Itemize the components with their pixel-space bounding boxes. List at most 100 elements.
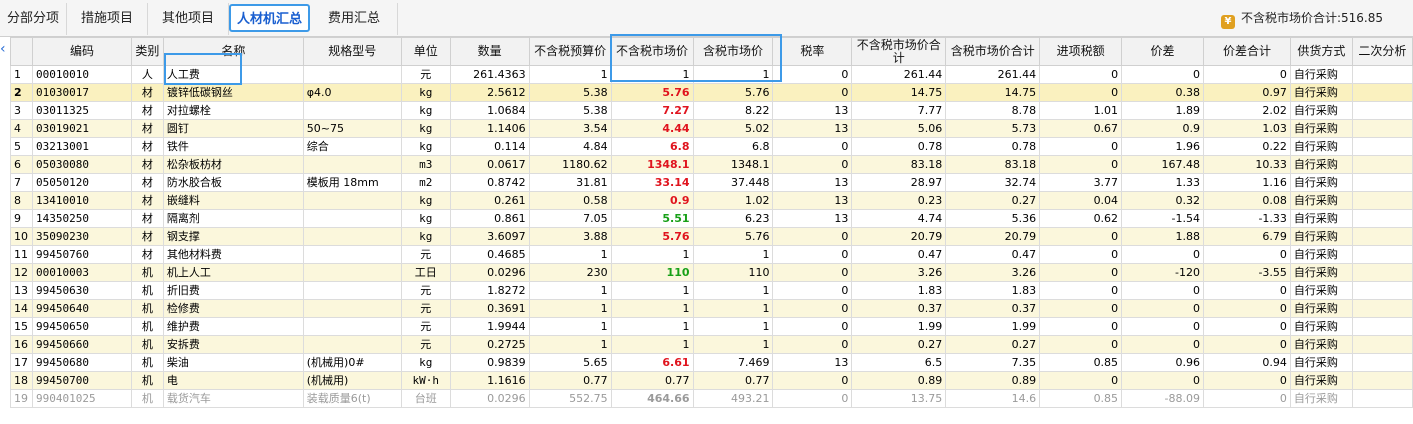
cell-13[interactable]: 0.85 bbox=[1039, 389, 1123, 408]
col-header-4[interactable]: 规格型号 bbox=[302, 37, 402, 66]
table-row[interactable]: 13 99450630 机折旧费元 1.8272 1 1 1 0 1.83 1.83 0 0 0 自行采购 bbox=[10, 281, 1413, 300]
col-header-3[interactable]: 名称 bbox=[162, 37, 304, 66]
cell-4[interactable] bbox=[302, 65, 402, 84]
cell-8[interactable]: 1 bbox=[610, 299, 694, 318]
cell-3[interactable]: 铁件 bbox=[162, 137, 304, 156]
cell-8[interactable]: 110 bbox=[610, 263, 694, 282]
cell-14[interactable]: 1.88 bbox=[1121, 227, 1204, 246]
cell-14[interactable]: 0 bbox=[1121, 371, 1204, 390]
cell-7[interactable]: 3.54 bbox=[528, 119, 612, 138]
cell-4[interactable]: 模板用 18mm bbox=[302, 173, 402, 192]
table-row[interactable]: 6 05030080 材松杂板枋材 m3 0.0617 1180.62 1348.1 1348… bbox=[10, 155, 1413, 174]
cell-14[interactable]: 1.96 bbox=[1121, 137, 1204, 156]
cell-9[interactable]: 1 bbox=[692, 299, 774, 318]
table-row[interactable]: 17 99450680 机柴油 (机械用)0# kg 0.9839 5.65 6.61 7.46… bbox=[10, 353, 1413, 372]
cell-11[interactable]: 5.06 bbox=[851, 119, 947, 138]
cell-3[interactable]: 柴油 bbox=[162, 353, 304, 372]
cell-4[interactable]: 50~75 bbox=[302, 119, 402, 138]
cell-16[interactable]: 自行采购 bbox=[1289, 353, 1353, 372]
cell-10[interactable]: 0 bbox=[772, 245, 853, 264]
cell-14[interactable]: -1.54 bbox=[1121, 209, 1204, 228]
cell-3[interactable]: 载货汽车 bbox=[162, 389, 304, 408]
cell-10[interactable]: 0 bbox=[772, 83, 853, 102]
cell-7[interactable]: 1 bbox=[528, 335, 612, 354]
cell-1[interactable]: 13410010 bbox=[31, 191, 132, 210]
cell-7[interactable]: 230 bbox=[528, 263, 612, 282]
cell-15[interactable]: 10.33 bbox=[1203, 155, 1291, 174]
cell-11[interactable]: 1.99 bbox=[851, 317, 947, 336]
cell-3[interactable]: 圆钉 bbox=[162, 119, 304, 138]
cell-8[interactable]: 33.14 bbox=[610, 173, 694, 192]
cell-5[interactable]: 元 bbox=[400, 245, 451, 264]
cell-13[interactable]: 0 bbox=[1039, 335, 1123, 354]
cell-7[interactable]: 5.38 bbox=[528, 83, 612, 102]
cell-7[interactable]: 0.58 bbox=[528, 191, 612, 210]
cell-6[interactable]: 0.2725 bbox=[449, 335, 530, 354]
cell-12[interactable]: 3.26 bbox=[945, 263, 1041, 282]
cell-6[interactable]: 0.8742 bbox=[449, 173, 530, 192]
cell-7[interactable]: 5.38 bbox=[528, 101, 612, 120]
cell-2[interactable]: 材 bbox=[130, 137, 164, 156]
cell-12[interactable]: 0.37 bbox=[945, 299, 1041, 318]
cell-14[interactable]: 0 bbox=[1121, 335, 1204, 354]
cell-13[interactable]: 1.01 bbox=[1039, 101, 1123, 120]
cell-15[interactable]: 0 bbox=[1203, 317, 1291, 336]
cell-5[interactable]: kg bbox=[400, 209, 451, 228]
cell-6[interactable]: 0.4685 bbox=[449, 245, 530, 264]
table-row[interactable]: 15 99450650 机维护费元 1.9944 1 1 1 0 1.99 1.99 0 0 0 自行采购 bbox=[10, 317, 1413, 336]
cell-14[interactable]: 1.33 bbox=[1121, 173, 1204, 192]
cell-13[interactable]: 0 bbox=[1039, 83, 1123, 102]
cell-2[interactable]: 机 bbox=[130, 263, 164, 282]
table-row[interactable]: 9 14350250 材隔离剂 kg 0.861 7.05 5.51 6.23 13 4.74 5.… bbox=[10, 209, 1413, 228]
cell-11[interactable]: 0.78 bbox=[851, 137, 947, 156]
table-row[interactable]: 8 13410010 材嵌缝料 kg 0.261 0.58 0.9 1.02 13 0.23 0.2… bbox=[10, 191, 1413, 210]
cell-8[interactable]: 7.27 bbox=[610, 101, 694, 120]
cell-14[interactable]: 0.32 bbox=[1121, 191, 1204, 210]
cell-16[interactable]: 自行采购 bbox=[1289, 389, 1353, 408]
cell-9[interactable]: 37.448 bbox=[692, 173, 774, 192]
table-row[interactable]: 14 99450640 机检修费元 0.3691 1 1 1 0 0.37 0.37 0 0 0 自行采购 bbox=[10, 299, 1413, 318]
table-row[interactable]: 19 990401025 机载货汽车 装载质量6(t) 台班 0.0296 552.75 46… bbox=[10, 389, 1413, 408]
cell-13[interactable]: 0 bbox=[1039, 371, 1123, 390]
cell-15[interactable]: 0 bbox=[1203, 371, 1291, 390]
cell-12[interactable]: 0.27 bbox=[945, 191, 1041, 210]
cell-8[interactable]: 0.9 bbox=[610, 191, 694, 210]
cell-12[interactable]: 14.75 bbox=[945, 83, 1041, 102]
cell-4[interactable]: (机械用) bbox=[302, 371, 402, 390]
cell-9[interactable]: 1 bbox=[692, 245, 774, 264]
cell-8[interactable]: 5.51 bbox=[610, 209, 694, 228]
cell-8[interactable]: 1 bbox=[610, 245, 694, 264]
cell-8[interactable]: 464.66 bbox=[610, 389, 694, 408]
cell-4[interactable]: (机械用)0# bbox=[302, 353, 402, 372]
cell-7[interactable]: 5.65 bbox=[528, 353, 612, 372]
cell-11[interactable]: 13.75 bbox=[851, 389, 947, 408]
cell-15[interactable]: 1.03 bbox=[1203, 119, 1291, 138]
cell-13[interactable]: 0.04 bbox=[1039, 191, 1123, 210]
cell-10[interactable]: 0 bbox=[772, 371, 853, 390]
table-row[interactable]: 2 01030017 材镀锌低碳钢丝 φ4.0 kg 2.5612 5.38 5.76 5.76… bbox=[10, 83, 1413, 102]
cell-10[interactable]: 0 bbox=[772, 389, 853, 408]
cell-5[interactable]: kg bbox=[400, 83, 451, 102]
cell-6[interactable]: 1.8272 bbox=[449, 281, 530, 300]
cell-10[interactable]: 0 bbox=[772, 317, 853, 336]
cell-5[interactable]: kg bbox=[400, 353, 451, 372]
cell-16[interactable]: 自行采购 bbox=[1289, 281, 1353, 300]
cell-6[interactable]: 261.4363 bbox=[449, 65, 530, 84]
cell-15[interactable]: 0.94 bbox=[1203, 353, 1291, 372]
cell-5[interactable]: m3 bbox=[400, 155, 451, 174]
cell-13[interactable]: 0 bbox=[1039, 299, 1123, 318]
cell-7[interactable]: 7.05 bbox=[528, 209, 612, 228]
cell-3[interactable]: 机上人工 bbox=[162, 263, 304, 282]
cell-10[interactable]: 13 bbox=[772, 119, 853, 138]
cell-8[interactable]: 1348.1 bbox=[610, 155, 694, 174]
cell-11[interactable]: 28.97 bbox=[851, 173, 947, 192]
cell-13[interactable]: 0 bbox=[1039, 317, 1123, 336]
cell-7[interactable]: 1 bbox=[528, 317, 612, 336]
cell-2[interactable]: 材 bbox=[130, 173, 164, 192]
table-row[interactable]: 16 99450660 机安拆费元 0.2725 1 1 1 0 0.27 0.27 0 0 0 自行采购 bbox=[10, 335, 1413, 354]
cell-14[interactable]: 0 bbox=[1121, 317, 1204, 336]
cell-2[interactable]: 材 bbox=[130, 191, 164, 210]
cell-6[interactable]: 1.1406 bbox=[449, 119, 530, 138]
cell-2[interactable]: 机 bbox=[130, 353, 164, 372]
cell-7[interactable]: 4.84 bbox=[528, 137, 612, 156]
